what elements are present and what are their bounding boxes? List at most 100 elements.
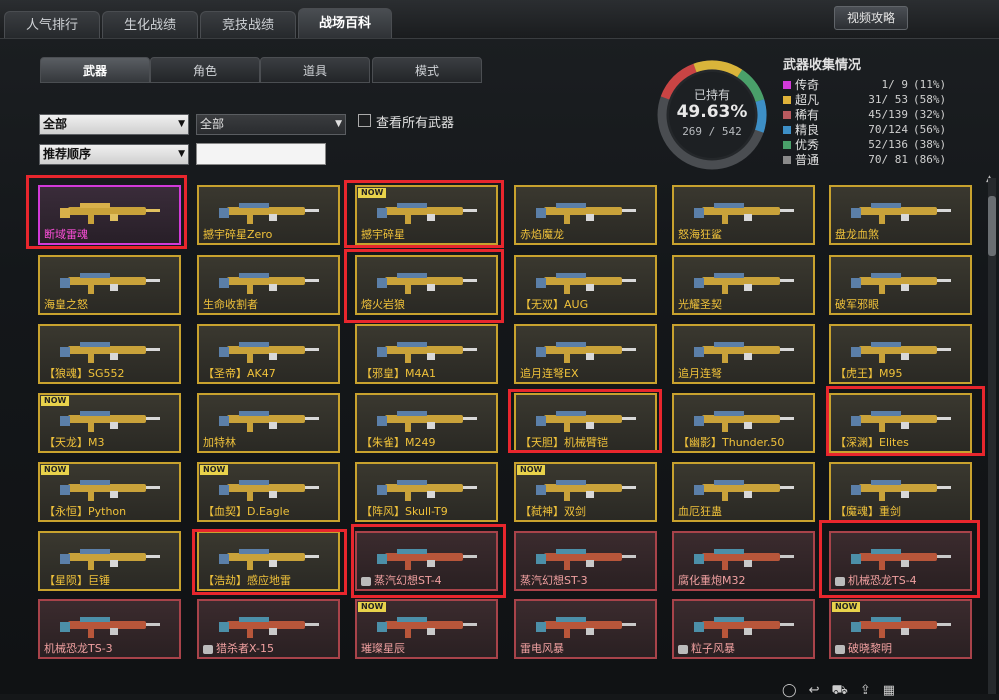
weapon-card[interactable]: 机械恐龙TS-3 (38, 599, 181, 659)
highlight-box (819, 520, 980, 598)
tier-percent: (86%) (913, 153, 947, 166)
weapon-card[interactable]: NOW 璀璨星辰 (355, 599, 498, 659)
weapon-card[interactable]: 怒海狂鲨 (672, 185, 815, 245)
tab-competitive-stats[interactable]: 竞技战绩 (200, 11, 296, 38)
share-icon[interactable]: ⇪ (860, 683, 883, 698)
weapon-card[interactable]: 【星陨】巨锤 (38, 531, 181, 591)
weapon-card[interactable]: 【邪皇】M4A1 (355, 324, 498, 384)
weapon-card[interactable]: 腐化重炮M32 (672, 531, 815, 591)
subcategory-select[interactable]: 全部 ▼ (196, 114, 346, 135)
weapon-card[interactable]: NOW 【永恒】Python (38, 462, 181, 522)
tab-encyclopedia[interactable]: 战场百科 (298, 8, 392, 38)
weapon-name: 加特林 (203, 436, 236, 449)
weapon-card[interactable]: 【圣帝】AK47 (197, 324, 340, 384)
weapon-card[interactable]: 追月连弩EX (514, 324, 657, 384)
weapon-card[interactable]: 破军邪眼 (829, 255, 972, 315)
search-icon[interactable]: ◯ (782, 683, 809, 698)
weapon-image (694, 480, 794, 501)
video-guide-button[interactable]: 视频攻略 (834, 6, 908, 30)
weapon-name: 腐化重炮M32 (678, 574, 746, 587)
weapon-card[interactable]: 【无双】AUG (514, 255, 657, 315)
weapon-card[interactable]: NOW 【弑神】双剑 (514, 462, 657, 522)
weapon-card[interactable]: 赤焰魔龙 (514, 185, 657, 245)
weapon-card[interactable]: 【狼魂】SG552 (38, 324, 181, 384)
weapon-card[interactable]: 光耀圣契 (672, 255, 815, 315)
chevron-down-icon: ▼ (178, 149, 185, 159)
now-badge: NOW (200, 465, 229, 475)
weapon-name: 破军邪眼 (835, 298, 879, 311)
weapon-card[interactable]: 生命收割者 (197, 255, 340, 315)
collection-row: 超凡 31/ 53 (58%) (783, 92, 973, 108)
weapon-card[interactable]: 撼宇碎星Zero (197, 185, 340, 245)
weapon-card[interactable]: NOW 【血契】D.Eagle (197, 462, 340, 522)
weapon-name: 生命收割者 (203, 298, 258, 311)
tier-percent: (58%) (913, 93, 947, 106)
weapon-image (536, 480, 636, 501)
weapon-image (536, 342, 636, 363)
weapon-card[interactable]: 追月连弩 (672, 324, 815, 384)
tier-count: 52/136 (868, 138, 908, 151)
weapon-name: 追月连弩 (678, 367, 722, 380)
tab-zombie-stats[interactable]: 生化战绩 (102, 11, 198, 38)
weapon-card[interactable]: 【朱雀】M249 (355, 393, 498, 453)
highlight-box (344, 249, 504, 323)
weapon-card[interactable]: 盘龙血煞 (829, 185, 972, 245)
highlight-box (351, 524, 506, 598)
weapon-name: 【虎王】M95 (835, 367, 903, 380)
cart-icon[interactable]: ⛟ (831, 683, 859, 698)
owned-count: 269 / 542 (682, 125, 742, 138)
weapon-name: 血厄狂蛊 (678, 505, 722, 518)
sort-select[interactable]: 推荐顺序 ▼ (39, 144, 189, 165)
weapon-card[interactable]: 雷电风暴 (514, 599, 657, 659)
weapon-card[interactable]: 粒子风暴 (672, 599, 815, 659)
weapon-image (694, 342, 794, 363)
highlight-box (26, 175, 187, 249)
subtab-weapons[interactable]: 武器 (40, 57, 150, 83)
weapon-card[interactable]: 海皇之怒 (38, 255, 181, 315)
collection-title: 武器收集情况 (783, 58, 862, 73)
weapon-card[interactable]: 【魔魂】重剑 (829, 462, 972, 522)
bottom-toolbar-icons: ◯↩⛟⇪▦ (782, 683, 907, 700)
weapon-card[interactable]: 【幽影】Thunder.50 (672, 393, 815, 453)
camera-icon (678, 645, 688, 654)
sort-select-value: 推荐顺序 (43, 147, 92, 161)
weapon-card[interactable]: 蒸汽幻想ST-3 (514, 531, 657, 591)
subtab-modes[interactable]: 模式 (372, 57, 482, 83)
scrollbar-thumb[interactable] (988, 196, 996, 256)
tier-name: 超凡 (795, 93, 820, 107)
now-badge: NOW (358, 602, 387, 612)
weapon-card[interactable]: 【阵风】Skull-T9 (355, 462, 498, 522)
weapon-name: 破晓黎明 (848, 642, 892, 655)
weapon-image (694, 273, 794, 294)
subtab-items[interactable]: 道具 (260, 57, 370, 83)
weapon-card[interactable]: 加特林 (197, 393, 340, 453)
weapon-name: 蒸汽幻想ST-3 (520, 574, 588, 587)
subtab-characters[interactable]: 角色 (150, 57, 260, 83)
weapon-name: 怒海狂鲨 (678, 228, 722, 241)
weapon-card[interactable]: 【虎王】M95 (829, 324, 972, 384)
weapon-card[interactable]: NOW 破晓黎明 (829, 599, 972, 659)
weapon-card[interactable]: 猎杀者X-15 (197, 599, 340, 659)
weapon-name: 【幽影】Thunder.50 (678, 436, 785, 449)
highlight-box (344, 180, 504, 248)
weapon-name: 【弑神】双剑 (520, 505, 586, 518)
weapon-card[interactable]: 血厄狂蛊 (672, 462, 815, 522)
weapon-image (377, 411, 477, 432)
weapon-name: 【邪皇】M4A1 (361, 367, 437, 380)
weapon-name: 【星陨】巨锤 (44, 574, 110, 587)
category-select[interactable]: 全部 ▼ (39, 114, 189, 135)
menu-icon[interactable]: ▦ (883, 683, 907, 698)
view-all-checkbox[interactable] (358, 114, 371, 127)
reply-icon[interactable]: ↩ (809, 683, 832, 698)
weapon-image (694, 203, 794, 224)
chevron-down-icon: ▼ (335, 119, 342, 129)
subcategory-select-value: 全部 (200, 117, 225, 131)
weapon-image (851, 480, 951, 501)
weapon-card[interactable]: NOW 【天龙】M3 (38, 393, 181, 453)
weapon-image (851, 342, 951, 363)
search-input[interactable] (196, 143, 326, 165)
tier-swatch (783, 126, 791, 134)
tab-popularity[interactable]: 人气排行 (4, 11, 100, 38)
weapon-image (536, 617, 636, 638)
weapon-image (60, 342, 160, 363)
